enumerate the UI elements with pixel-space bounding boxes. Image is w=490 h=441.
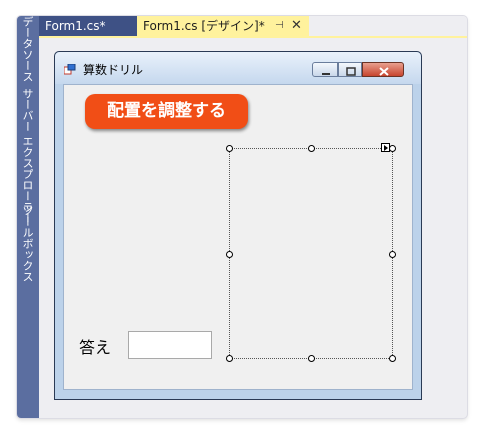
minimize-button[interactable] bbox=[312, 62, 338, 77]
side-item-server-explorer[interactable]: サーバー エクスプローラー bbox=[20, 88, 35, 224]
close-icon[interactable]: ✕ bbox=[291, 16, 302, 36]
side-item-data-sources[interactable]: データソース bbox=[20, 16, 35, 82]
form-titlebar: 算数ドリル bbox=[55, 52, 421, 84]
form-app-icon bbox=[64, 64, 76, 75]
ide-designer-area: データソース サーバー エクスプローラー ツールボックス Form1.cs* F… bbox=[17, 16, 467, 418]
form-title: 算数ドリル bbox=[83, 63, 144, 77]
resize-handle-nw[interactable] bbox=[226, 145, 233, 152]
side-tool-rail: データソース サーバー エクスプローラー ツールボックス bbox=[17, 16, 39, 418]
resize-handle-n[interactable] bbox=[308, 145, 315, 152]
maximize-icon bbox=[346, 67, 356, 76]
close-x-icon bbox=[379, 67, 389, 76]
form-client-area: 配置を調整する 答え bbox=[63, 84, 413, 390]
adjust-layout-button[interactable]: 配置を調整する bbox=[85, 94, 248, 129]
document-tabstrip: Form1.cs* Form1.cs [デザイン]* ⊣ ✕ bbox=[39, 16, 467, 38]
resize-handle-se[interactable] bbox=[389, 355, 396, 362]
resize-handle-w[interactable] bbox=[226, 251, 233, 258]
answer-input[interactable] bbox=[128, 331, 212, 359]
minimize-icon bbox=[322, 73, 330, 75]
smart-tag-arrow-icon[interactable] bbox=[381, 143, 390, 152]
designer-form-window[interactable]: 算数ドリル 配置を調整する 答え bbox=[54, 51, 422, 400]
side-item-toolbox[interactable]: ツールボックス bbox=[20, 205, 35, 282]
window-close-button[interactable] bbox=[362, 62, 404, 77]
answer-label: 答え bbox=[79, 338, 112, 357]
tab-label: Form1.cs [デザイン]* bbox=[143, 19, 265, 33]
tab-form1-code[interactable]: Form1.cs* bbox=[39, 16, 137, 36]
pin-icon[interactable]: ⊣ bbox=[275, 16, 284, 36]
tab-label: Form1.cs* bbox=[45, 19, 106, 33]
maximize-button[interactable] bbox=[338, 62, 362, 77]
resize-handle-sw[interactable] bbox=[226, 355, 233, 362]
tab-form1-design[interactable]: Form1.cs [デザイン]* ⊣ ✕ bbox=[137, 16, 309, 36]
resize-handle-ne[interactable] bbox=[389, 145, 396, 152]
resize-handle-s[interactable] bbox=[308, 355, 315, 362]
resize-handle-e[interactable] bbox=[389, 251, 396, 258]
selected-control-outline[interactable] bbox=[226, 143, 396, 362]
